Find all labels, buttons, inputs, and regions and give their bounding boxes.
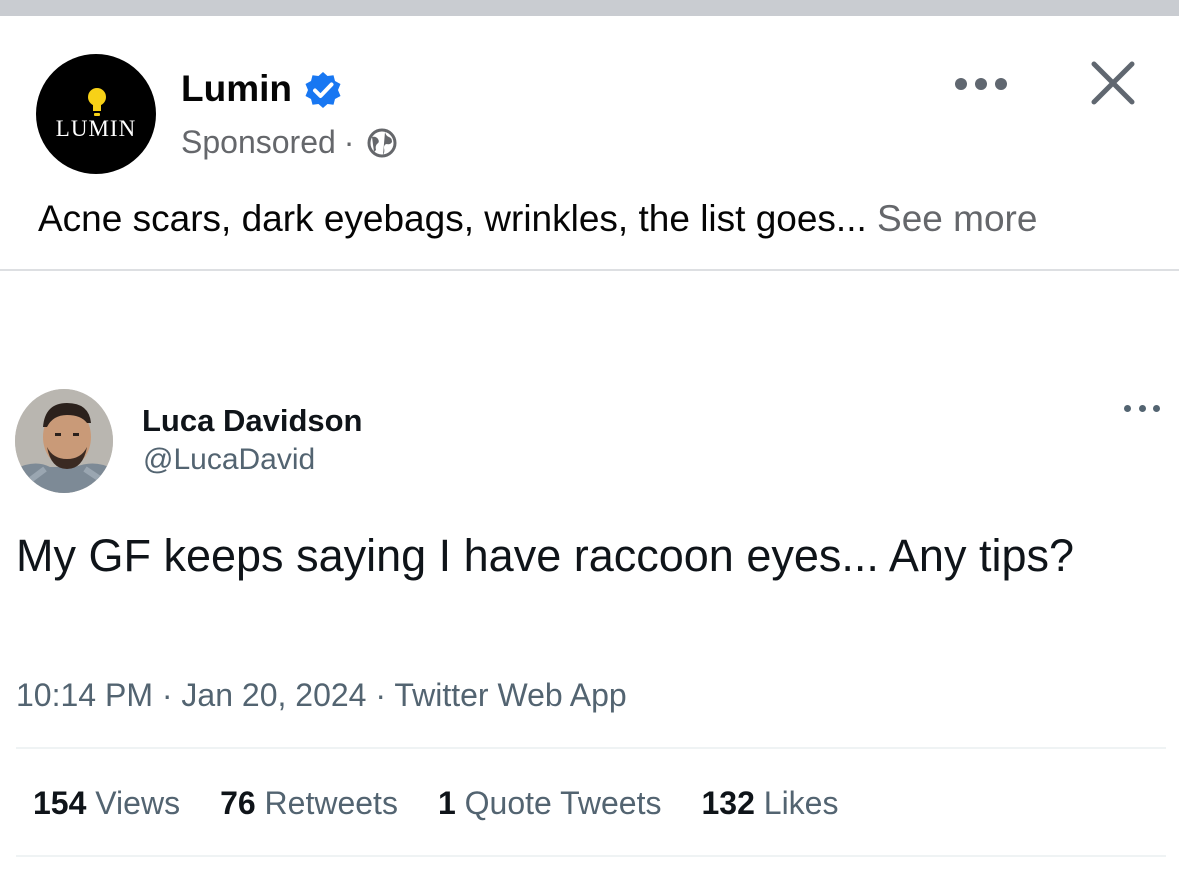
meta-separator: · [343, 124, 355, 160]
sponsored-label[interactable]: Sponsored [181, 124, 336, 161]
caption-text: Acne scars, dark eyebags, wrinkles, the … [38, 198, 867, 239]
stats-divider [16, 855, 1166, 857]
verified-badge-icon [305, 72, 341, 108]
tweet-author-avatar [15, 389, 113, 493]
top-separator-bar [0, 0, 1179, 16]
tweet-timestamp: 10:14 PM · Jan 20, 2024 · Twitter Web Ap… [16, 677, 627, 713]
stat-retweets: 76 Retweets [220, 785, 398, 821]
post-meta-row: Sponsored · [181, 124, 398, 161]
stat-quote-tweets: 1 Quote Tweets [437, 785, 662, 821]
stat-views: 154 Views [33, 785, 181, 821]
stat-likes: 132 Likes [701, 785, 839, 821]
more-options-icon[interactable] [955, 64, 1007, 104]
close-icon[interactable] [1089, 59, 1137, 107]
avatar-logo-text: LUMIN [55, 116, 137, 141]
tweet-stats-row: 154 Views 76 Retweets 1 Quote Tweets 132… [33, 785, 878, 822]
tweet-more-icon [1124, 400, 1160, 416]
page-name-link[interactable]: Lumin [181, 68, 292, 110]
page-avatar[interactable]: LUMIN [36, 54, 156, 174]
tweet-text: My GF keeps saying I have raccoon eyes..… [16, 530, 1075, 581]
tweet-author-handle: @LucaDavid [143, 443, 316, 476]
see-more-link[interactable]: See more [877, 198, 1037, 239]
tweet-author-name: Luca Davidson [142, 403, 363, 438]
globe-icon [367, 128, 397, 157]
post-caption: Acne scars, dark eyebags, wrinkles, the … [38, 198, 1037, 240]
tweet-divider [16, 747, 1166, 749]
